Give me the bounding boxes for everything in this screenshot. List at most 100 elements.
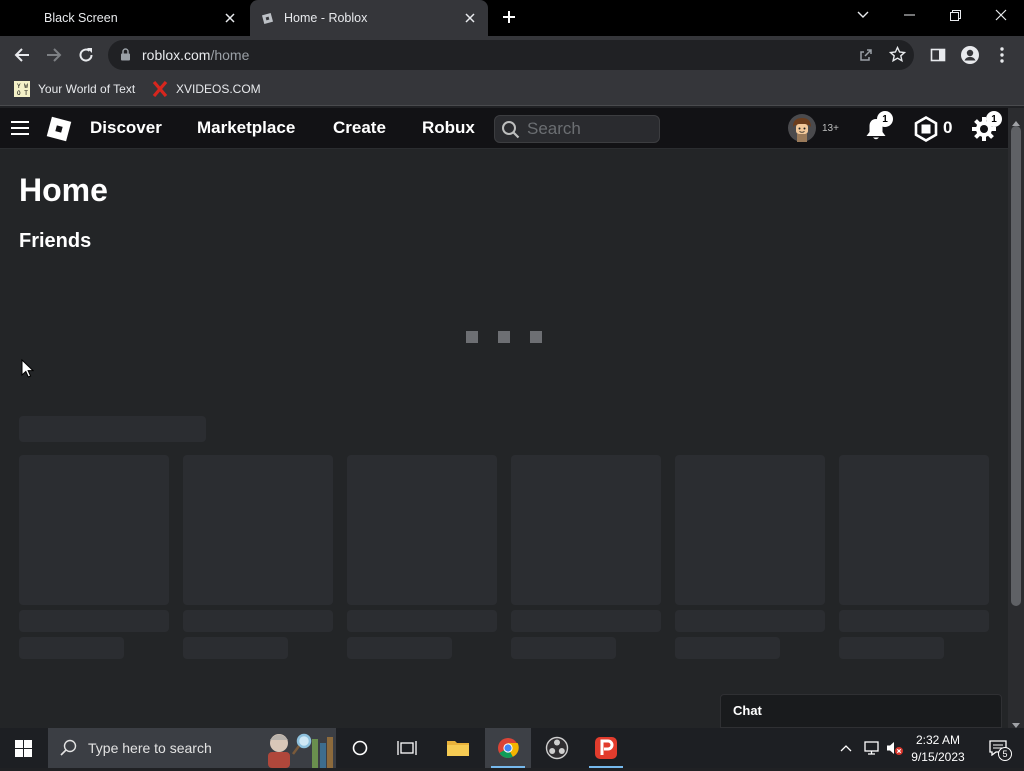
nav-discover[interactable]: Discover	[90, 118, 162, 138]
robux-icon[interactable]	[913, 116, 939, 147]
tab-black-screen[interactable]: Black Screen	[0, 0, 248, 36]
tab-title: Black Screen	[44, 11, 118, 25]
show-hidden-icons-chevron-icon[interactable]	[834, 728, 858, 768]
minimize-button[interactable]	[886, 0, 932, 30]
skeleton-game-card	[183, 455, 333, 605]
tab-home-roblox[interactable]: Home - Roblox	[250, 0, 488, 36]
roblox-favicon-icon	[260, 11, 274, 25]
tab-search-chevron-icon[interactable]	[840, 0, 886, 30]
robux-balance[interactable]: 0	[943, 118, 952, 138]
scrollbar-thumb[interactable]	[1011, 126, 1021, 606]
roblox-search-box	[494, 115, 660, 143]
clock-time: 2:32 AM	[915, 733, 961, 747]
pixel-app-icon[interactable]	[583, 728, 629, 768]
taskbar-search-box[interactable]: Type here to search	[48, 728, 336, 768]
roblox-logo-icon[interactable]	[44, 114, 74, 149]
notification-count-badge: 5	[998, 747, 1012, 761]
bookmark-star-icon[interactable]	[888, 45, 907, 68]
skeleton-subtitle-line	[511, 637, 616, 659]
system-clock[interactable]: 2:32 AM 9/15/2023	[905, 732, 971, 766]
page-title: Home	[19, 172, 108, 208]
network-icon[interactable]	[858, 728, 884, 768]
close-tab-icon[interactable]	[458, 6, 482, 30]
hamburger-menu-icon[interactable]	[10, 120, 30, 141]
volume-muted-icon[interactable]	[884, 728, 906, 768]
skeleton-subtitle-line	[347, 637, 452, 659]
file-explorer-icon[interactable]	[435, 728, 481, 768]
browser-tab-strip: Black Screen Home - Roblox	[0, 0, 1024, 36]
loading-dot	[498, 331, 510, 343]
tab-title: Home - Roblox	[284, 11, 368, 25]
restore-button[interactable]	[932, 0, 978, 30]
skeleton-game-card	[839, 455, 989, 605]
roblox-page: Discover Marketplace Create Robux 13+ 1 …	[0, 108, 1008, 728]
user-avatar[interactable]	[788, 114, 816, 147]
search-input[interactable]	[527, 119, 653, 139]
loading-indicator	[466, 331, 542, 343]
skeleton-subtitle-line	[19, 637, 124, 659]
skeleton-subtitle-line	[839, 637, 944, 659]
new-tab-button[interactable]	[497, 5, 521, 29]
age-label: 13+	[822, 123, 839, 134]
side-panel-icon[interactable]	[924, 41, 952, 69]
close-tab-icon[interactable]	[218, 6, 242, 30]
bookmarks-bar: Y WO T Your World of Text XVIDEOS.COM	[0, 74, 1024, 106]
nav-robux[interactable]: Robux	[422, 118, 475, 138]
skeleton-game-card	[19, 455, 169, 605]
chat-panel[interactable]: Chat	[720, 694, 1002, 728]
obs-icon[interactable]	[534, 728, 580, 768]
nav-marketplace[interactable]: Marketplace	[197, 118, 295, 138]
action-center-icon[interactable]: 5	[978, 728, 1018, 768]
bookmark-xvideos[interactable]: XVIDEOS.COM	[152, 80, 261, 98]
reload-button[interactable]	[72, 41, 100, 69]
skeleton-title-line	[511, 610, 661, 632]
address-bar[interactable]: roblox.com/home	[108, 40, 914, 70]
svg-text:Y W: Y W	[17, 83, 28, 90]
loading-dot	[466, 331, 478, 343]
task-view-icon[interactable]	[384, 728, 430, 768]
skeleton-title-line	[347, 610, 497, 632]
skeleton-heading	[19, 416, 206, 442]
taskbar-search-icon	[60, 739, 77, 759]
start-button[interactable]	[0, 728, 46, 768]
bookmark-label: XVIDEOS.COM	[176, 82, 261, 96]
back-button[interactable]	[8, 41, 36, 69]
page-scrollbar[interactable]	[1008, 108, 1024, 728]
skeleton-subtitle-line	[675, 637, 780, 659]
skeleton-game-card	[511, 455, 661, 605]
bookmark-your-world-of-text[interactable]: Y WO T Your World of Text	[14, 81, 135, 97]
cortana-icon[interactable]	[337, 728, 383, 768]
mouse-cursor-icon	[21, 358, 35, 383]
taskbar-search-placeholder: Type here to search	[88, 740, 212, 756]
windows-taskbar: Type here to search 2:32 AM 9/15/2023 5	[0, 728, 1024, 768]
roblox-navbar: Discover Marketplace Create Robux 13+ 1 …	[0, 108, 1008, 149]
skeleton-title-line	[183, 610, 333, 632]
skeleton-title-line	[675, 610, 825, 632]
browser-toolbar: roblox.com/home	[0, 36, 1024, 74]
loading-dot	[530, 331, 542, 343]
friends-heading[interactable]: Friends	[19, 230, 91, 253]
search-icon	[501, 120, 520, 144]
skeleton-title-line	[839, 610, 989, 632]
chrome-taskbar-icon[interactable]	[485, 728, 531, 768]
url-text: roblox.com/home	[142, 47, 250, 63]
x-icon	[152, 80, 168, 98]
skeleton-title-line	[19, 610, 169, 632]
settings-badge: 1	[986, 111, 1002, 127]
chrome-menu-icon[interactable]	[988, 41, 1016, 69]
share-icon[interactable]	[858, 47, 874, 68]
nav-create[interactable]: Create	[333, 118, 386, 138]
bookmark-label: Your World of Text	[38, 82, 136, 96]
ywot-icon: Y WO T	[14, 81, 30, 97]
skeleton-subtitle-line	[183, 637, 288, 659]
skeleton-game-card	[347, 455, 497, 605]
lock-icon[interactable]	[120, 48, 131, 66]
profile-avatar-icon[interactable]	[956, 41, 984, 69]
search-highlight-illustration-icon	[264, 729, 334, 771]
skeleton-game-card	[675, 455, 825, 605]
svg-text:O T: O T	[17, 90, 28, 97]
clock-date: 9/15/2023	[911, 750, 965, 764]
forward-button[interactable]	[40, 41, 68, 69]
chat-label: Chat	[733, 703, 762, 718]
close-window-button[interactable]	[978, 0, 1024, 30]
